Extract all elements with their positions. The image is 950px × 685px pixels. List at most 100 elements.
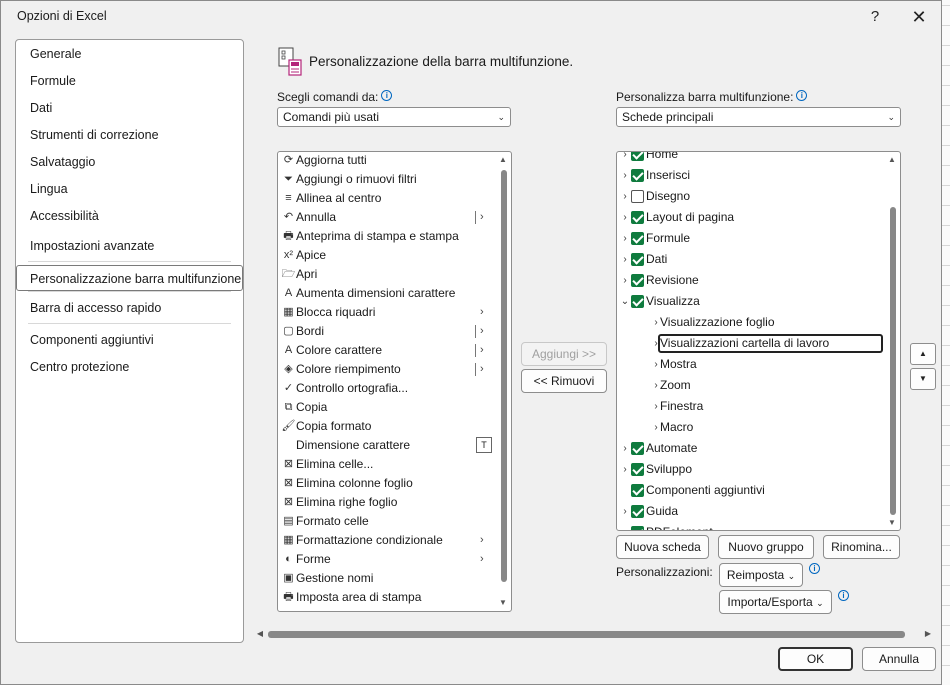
choose-commands-combo[interactable]: Comandi più usati ⌄	[277, 107, 511, 127]
command-item[interactable]: ↶ Annulla ›	[278, 208, 494, 227]
info-icon[interactable]: i	[809, 563, 820, 574]
command-item[interactable]: ⏷ Aggiungi o rimuovi filtri	[278, 170, 494, 189]
command-item[interactable]: ≡ Allinea al centro	[278, 189, 494, 208]
ribbon-tree-item[interactable]: › Disegno	[617, 186, 885, 207]
nav-item[interactable]: Accessibilità	[17, 203, 242, 229]
checkbox-checked[interactable]	[631, 253, 644, 266]
command-item[interactable]: ◐ Forme ›	[278, 550, 494, 569]
ribbon-tree-item[interactable]: › Layout di pagina	[617, 207, 885, 228]
scroll-thumb[interactable]	[890, 207, 896, 515]
command-item[interactable]: ▢ Bordi ›	[278, 322, 494, 341]
ribbon-tree-item[interactable]: › Zoom	[617, 375, 885, 396]
close-button[interactable]: ✕	[904, 5, 934, 29]
nav-item[interactable]: Generale	[17, 41, 242, 67]
nav-item[interactable]: Barra di accesso rapido	[17, 295, 242, 321]
scroll-left-icon[interactable]: ◀	[254, 627, 266, 641]
ribbon-tree-item[interactable]: › Formule	[617, 228, 885, 249]
ribbon-tree-item[interactable]: › Inserisci	[617, 165, 885, 186]
tree-scrollbar[interactable]: ▲ ▼	[886, 152, 898, 530]
remove-button[interactable]: << Rimuovi	[521, 369, 607, 393]
chevron-right-icon[interactable]: ›	[620, 207, 630, 228]
scroll-thumb[interactable]	[501, 170, 507, 582]
checkbox-checked[interactable]	[631, 526, 644, 530]
command-item[interactable]: ⧉ Copia	[278, 398, 494, 417]
ribbon-tree-item[interactable]: Componenti aggiuntivi	[617, 480, 885, 501]
command-item[interactable]: Dimensione carattere T	[278, 436, 494, 455]
ribbon-tree-item[interactable]: › Sviluppo	[617, 459, 885, 480]
command-item[interactable]: ▦ Blocca riquadri ›	[278, 303, 494, 322]
chevron-down-icon[interactable]: ⌄	[620, 291, 630, 312]
checkbox-checked[interactable]	[631, 295, 644, 308]
chevron-right-icon[interactable]: ›	[620, 459, 630, 480]
command-item[interactable]: A Colore carattere ›	[278, 341, 494, 360]
ribbon-tree-item[interactable]: › Guida	[617, 501, 885, 522]
nav-item[interactable]: Salvataggio	[17, 149, 242, 175]
checkbox-checked[interactable]	[631, 152, 644, 161]
new-tab-button[interactable]: Nuova scheda	[616, 535, 709, 559]
customize-ribbon-combo[interactable]: Schede principali ⌄	[616, 107, 901, 127]
checkbox-checked[interactable]	[631, 484, 644, 497]
chevron-right-icon[interactable]: ›	[620, 249, 630, 270]
ribbon-tree-item[interactable]: › Home	[617, 152, 885, 165]
ribbon-tree-item[interactable]: › PDFelement	[617, 522, 885, 530]
command-item[interactable]: x² Apice	[278, 246, 494, 265]
import-export-button[interactable]: Importa/Esporta ⌄	[719, 590, 832, 614]
info-icon[interactable]: i	[381, 90, 393, 101]
ribbon-tree-item[interactable]: › Visualizzazioni cartella di lavoro	[617, 333, 885, 354]
scroll-down-icon[interactable]: ▼	[886, 517, 898, 529]
move-up-button[interactable]: ▲	[910, 343, 936, 365]
chevron-right-icon[interactable]: ›	[620, 228, 630, 249]
checkbox-unchecked[interactable]	[631, 190, 644, 203]
command-item[interactable]: ⟳ Aggiorna tutti	[278, 152, 494, 170]
commands-list[interactable]: 🖶 Imposta area di stampa ▣ Gestione nomi ◐ Fo…	[277, 151, 512, 612]
nav-item[interactable]: Dati	[17, 95, 242, 121]
command-item[interactable]: ✓ Controllo ortografia...	[278, 379, 494, 398]
nav-item[interactable]: Componenti aggiuntivi	[17, 327, 242, 353]
checkbox-checked[interactable]	[631, 463, 644, 476]
ribbon-tree-item[interactable]: › Dati	[617, 249, 885, 270]
command-item[interactable]: 🗁 Apri	[278, 265, 494, 284]
ribbon-tree-item[interactable]: › Mostra	[617, 354, 885, 375]
ribbon-tree-item[interactable]: ⌄ Visualizza	[617, 291, 885, 312]
checkbox-checked[interactable]	[631, 169, 644, 182]
command-item[interactable]: 🖌 Copia formato	[278, 417, 494, 436]
command-item[interactable]: A Aumenta dimensioni carattere	[278, 284, 494, 303]
reset-button[interactable]: Reimposta ⌄	[719, 563, 803, 587]
commands-scrollbar[interactable]: ▲ ▼	[497, 152, 509, 611]
help-button[interactable]: ?	[860, 5, 890, 29]
nav-item[interactable]: Strumenti di correzione	[17, 122, 242, 148]
chevron-right-icon[interactable]: ›	[620, 270, 630, 291]
ribbon-tree-item[interactable]: › Visualizzazione foglio	[617, 312, 885, 333]
chevron-right-icon[interactable]: ›	[620, 186, 630, 207]
chevron-right-icon[interactable]: ›	[620, 165, 630, 186]
scroll-down-icon[interactable]: ▼	[497, 597, 509, 609]
info-icon[interactable]: i	[838, 590, 849, 601]
checkbox-checked[interactable]	[631, 274, 644, 287]
rename-button[interactable]: Rinomina...	[823, 535, 900, 559]
scroll-up-icon[interactable]: ▲	[497, 154, 509, 166]
command-item[interactable]: ⊠ Elimina celle...	[278, 455, 494, 474]
ribbon-tree-item[interactable]: › Automate	[617, 438, 885, 459]
command-item[interactable]: ▣ Gestione nomi	[278, 569, 494, 588]
scroll-right-icon[interactable]: ▶	[922, 627, 934, 641]
info-icon[interactable]: i	[796, 90, 808, 101]
ribbon-tree-item[interactable]: › Macro	[617, 417, 885, 438]
scroll-up-icon[interactable]: ▲	[886, 154, 898, 166]
move-down-button[interactable]: ▼	[910, 368, 936, 390]
chevron-right-icon[interactable]: ›	[620, 152, 630, 165]
nav-item[interactable]: Impostazioni avanzate	[17, 233, 242, 259]
ribbon-tree-item[interactable]: › Revisione	[617, 270, 885, 291]
command-item[interactable]: ▦ Formattazione condizionale ›	[278, 531, 494, 550]
checkbox-checked[interactable]	[631, 505, 644, 518]
scroll-thumb[interactable]	[268, 631, 905, 638]
command-item[interactable]: ◈ Colore riempimento ›	[278, 360, 494, 379]
ok-button[interactable]: OK	[778, 647, 853, 671]
cancel-button[interactable]: Annulla	[862, 647, 936, 671]
checkbox-checked[interactable]	[631, 232, 644, 245]
nav-item[interactable]: Personalizzazione barra multifunzione	[16, 265, 243, 291]
checkbox-checked[interactable]	[631, 211, 644, 224]
command-item[interactable]: 🖶 Imposta area di stampa	[278, 588, 494, 607]
chevron-right-icon[interactable]: ›	[620, 438, 630, 459]
ribbon-tree-item[interactable]: › Finestra	[617, 396, 885, 417]
ribbon-tabs-tree[interactable]: › PDFelement › Guida Componenti aggiuntivi › S…	[616, 151, 901, 531]
